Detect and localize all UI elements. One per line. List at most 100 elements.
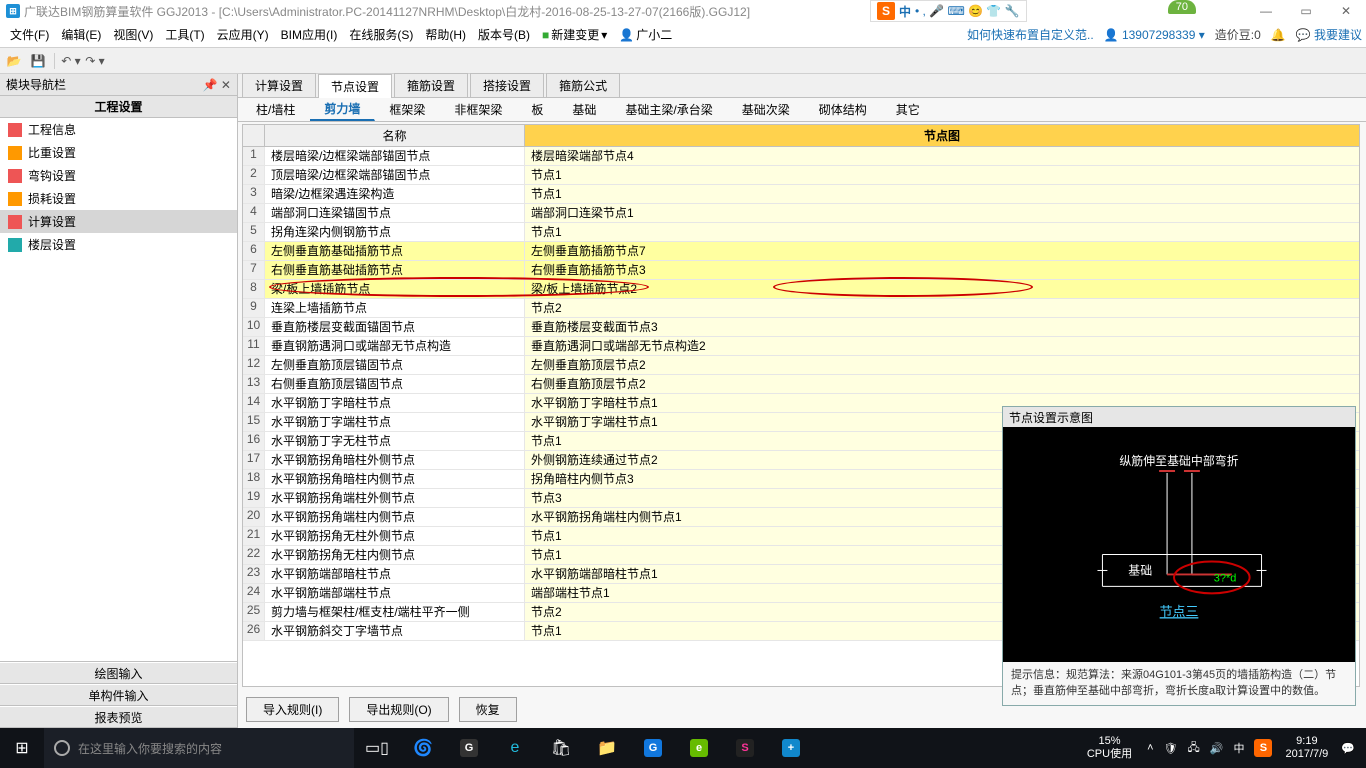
table-row[interactable]: 3暗梁/边框梁遇连梁构造节点1 [243,185,1359,204]
subtab-shearwall[interactable]: 剪力墙 [310,98,375,121]
nav-weight[interactable]: 比重设置 [0,141,237,164]
menu-view[interactable]: 视图(V) [107,26,159,43]
menu-help[interactable]: 帮助(H) [419,26,472,43]
table-row[interactable]: 12左侧垂直筋顶层锚固节点左侧垂直筋顶层节点2 [243,356,1359,375]
tray-vol-icon[interactable]: 🔊 [1207,742,1227,755]
app-icon-3[interactable]: G [630,728,676,768]
taskview-icon[interactable]: ▭▯ [354,728,400,768]
feedback-link[interactable]: 💬 我要建议 [1296,26,1362,43]
cell-node[interactable]: 垂直筋楼层变截面节点3 [525,318,1359,336]
redo-icon[interactable]: ↷ ▾ [85,51,105,71]
cell-node[interactable]: 右侧垂直筋插筋节点3 [525,261,1359,279]
ime-extra-icons[interactable]: • , 🎤 ⌨ 😊 👕 🔧 [915,4,1020,18]
subtab-foundation[interactable]: 基础 [558,99,611,120]
pin-icon[interactable]: 📌 ✕ [203,78,231,92]
tip-link[interactable]: 如何快速布置自定义范.. [967,26,1094,43]
tray-clock[interactable]: 9:192017/7/9 [1279,735,1334,761]
table-row[interactable]: 2顶层暗梁/边框梁端部锚固节点节点1 [243,166,1359,185]
cell-node[interactable]: 节点1 [525,185,1359,203]
restore-button[interactable]: 恢复 [459,697,517,722]
cell-node[interactable]: 节点2 [525,299,1359,317]
subtab-other[interactable]: 其它 [882,99,935,120]
cell-node[interactable]: 节点1 [525,166,1359,184]
subtab-capbeam[interactable]: 基础主梁/承台梁 [611,99,727,120]
ime-toolbar[interactable]: S 中 • , 🎤 ⌨ 😊 👕 🔧 [870,0,1027,22]
cell-node[interactable]: 左侧垂直筋顶层节点2 [525,356,1359,374]
start-button[interactable]: ⊞ [0,728,44,768]
subtab-column[interactable]: 柱/墙柱 [242,99,310,120]
bottom-single-input[interactable]: 单构件输入 [0,684,237,706]
nav-hook[interactable]: 弯钩设置 [0,164,237,187]
user-small[interactable]: 👤广小二 [613,26,678,43]
table-row[interactable]: 11垂直钢筋遇洞口或端部无节点构造垂直筋遇洞口或端部无节点构造2 [243,337,1359,356]
tab-formula[interactable]: 箍筋公式 [546,73,620,97]
nav-project-info[interactable]: 工程信息 [0,118,237,141]
tray-ime-zh[interactable]: 中 [1230,740,1247,756]
subtab-secfound[interactable]: 基础次梁 [728,99,805,120]
explorer-icon[interactable]: 📁 [584,728,630,768]
menu-edit[interactable]: 编辑(E) [55,26,107,43]
cell-node[interactable]: 楼层暗梁端部节点4 [525,147,1359,165]
subtab-slab[interactable]: 板 [517,99,558,120]
new-change-button[interactable]: ■新建变更▾ [536,26,613,43]
table-row[interactable]: 5拐角连梁内侧钢筋节点节点1 [243,223,1359,242]
table-row[interactable]: 9连梁上墙插筋节点节点2 [243,299,1359,318]
menu-version[interactable]: 版本号(B) [472,26,536,43]
subtab-nonframebeam[interactable]: 非框架梁 [440,99,517,120]
maximize-button[interactable]: ▭ [1286,0,1326,22]
taskbar-search[interactable]: 在这里输入你要搜索的内容 [44,728,354,768]
tray-safe-icon[interactable]: 🛡 [1161,742,1181,755]
save-icon[interactable]: 💾 [28,51,48,71]
subtab-framebeam[interactable]: 框架梁 [375,99,440,120]
table-row[interactable]: 10垂直筋楼层变截面锚固节点垂直筋楼层变截面节点3 [243,318,1359,337]
menu-cloud[interactable]: 云应用(Y) [211,26,275,43]
nav-floor[interactable]: 楼层设置 [0,233,237,256]
cell-node[interactable]: 节点1 [525,223,1359,241]
menu-bim[interactable]: BIM应用(I) [275,26,344,43]
cell-node[interactable]: 垂直筋遇洞口或端部无节点构造2 [525,337,1359,355]
bell-icon[interactable]: 🔔 [1271,28,1286,42]
bottom-draw-input[interactable]: 绘图输入 [0,662,237,684]
edge-icon[interactable]: e [492,728,538,768]
menu-tool[interactable]: 工具(T) [159,26,210,43]
ime-lang[interactable]: 中 [899,3,911,20]
menu-file[interactable]: 文件(F) [4,26,55,43]
nav-loss[interactable]: 损耗设置 [0,187,237,210]
tray-up-icon[interactable]: ˄ [1144,742,1156,754]
app-icon-5[interactable]: S [722,728,768,768]
undo-icon[interactable]: ↶ ▾ [61,51,81,71]
app-icon-4[interactable]: e [676,728,722,768]
cpu-usage[interactable]: 15%CPU使用 [1079,735,1140,761]
export-rules-button[interactable]: 导出规则(O) [349,697,448,722]
tray-net-icon[interactable]: 🖧 [1185,739,1203,758]
close-button[interactable]: ✕ [1326,0,1366,22]
app-icon-6[interactable]: + [768,728,814,768]
tab-calc[interactable]: 计算设置 [242,73,316,97]
table-row[interactable]: 8梁/板上墙插筋节点梁/板上墙插筋节点2 [243,280,1359,299]
tray-sogou-icon[interactable]: S [1251,739,1275,757]
action-center-icon[interactable]: 💬 [1338,742,1358,755]
tab-lap[interactable]: 搭接设置 [470,73,544,97]
table-row[interactable]: 7右侧垂直筋基础插筋节点右侧垂直筋插筋节点3 [243,261,1359,280]
menu-online[interactable]: 在线服务(S) [343,26,419,43]
tab-stirrup[interactable]: 箍筋设置 [394,73,468,97]
minimize-button[interactable]: — [1246,0,1286,22]
cell-node[interactable]: 端部洞口连梁节点1 [525,204,1359,222]
nav-calc-settings[interactable]: 计算设置 [0,210,237,233]
open-icon[interactable]: 📂 [4,51,24,71]
user-phone[interactable]: 👤 13907298339 ▾ [1104,28,1205,42]
subtab-masonry[interactable]: 砌体结构 [805,99,882,120]
cell-node[interactable]: 左侧垂直筋插筋节点7 [525,242,1359,260]
cell-node[interactable]: 梁/板上墙插筋节点2 [525,280,1359,298]
import-rules-button[interactable]: 导入规则(I) [246,697,339,722]
app-icon-2[interactable]: G [446,728,492,768]
table-row[interactable]: 6左侧垂直筋基础插筋节点左侧垂直筋插筋节点7 [243,242,1359,261]
store-icon[interactable]: 🛍 [538,728,584,768]
cell-node[interactable]: 右侧垂直筋顶层节点2 [525,375,1359,393]
tab-node[interactable]: 节点设置 [318,74,392,98]
table-row[interactable]: 13右侧垂直筋顶层锚固节点右侧垂直筋顶层节点2 [243,375,1359,394]
app-icon-1[interactable]: 🌀 [400,728,446,768]
bottom-report[interactable]: 报表预览 [0,706,237,728]
table-row[interactable]: 1楼层暗梁/边框梁端部锚固节点楼层暗梁端部节点4 [243,147,1359,166]
table-row[interactable]: 4端部洞口连梁锚固节点端部洞口连梁节点1 [243,204,1359,223]
